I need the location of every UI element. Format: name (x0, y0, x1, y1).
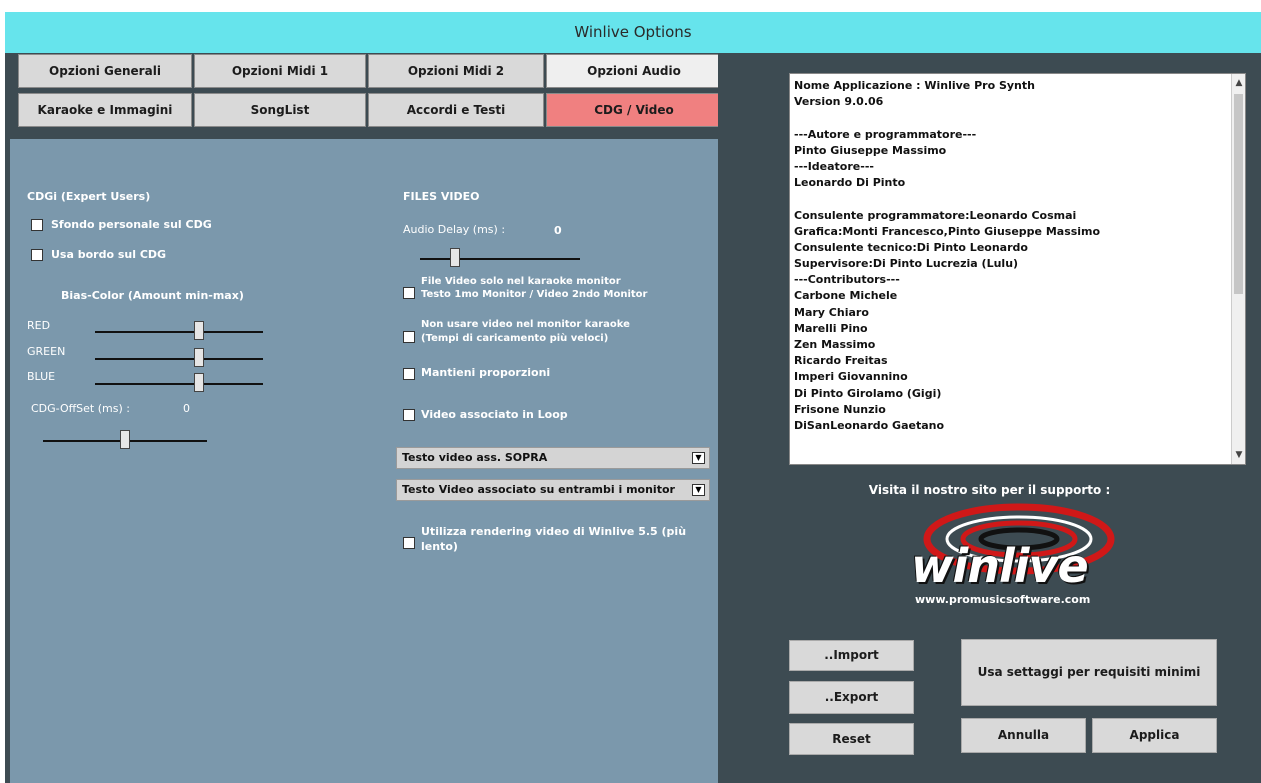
video-section-title: FILES VIDEO (403, 190, 480, 203)
annulla-button[interactable]: Annulla (961, 718, 1086, 753)
video-solo-karaoke-line1: File Video solo nel karaoke monitor (421, 276, 621, 287)
cdg-offset-label: CDG-OffSet (ms) : (31, 402, 130, 415)
credit-line (794, 110, 1234, 126)
tab-songlist[interactable]: SongList (194, 93, 366, 127)
credit-line: ---Autore e programmatore--- (794, 127, 977, 141)
no-video-karaoke-line1: Non usare video nel monitor karaoke (421, 319, 630, 330)
monitor-video-select-value: Testo Video associato su entrambi i moni… (402, 483, 675, 496)
credit-line: Version 9.0.06 (794, 95, 884, 109)
no-video-karaoke-checkbox[interactable] (403, 331, 415, 343)
credit-line: Pinto Giuseppe Massimo (794, 143, 947, 157)
tab-cdg-video[interactable]: CDG / Video (546, 93, 722, 127)
green-slider-track[interactable] (95, 358, 263, 360)
cdg-offset-value: 0 (183, 402, 190, 415)
tab-opzioni-audio[interactable]: Opzioni Audio (546, 54, 722, 88)
blue-label: BLUE (27, 370, 56, 383)
red-label: RED (27, 319, 51, 332)
credit-line: DiSanLeonardo Gaetano (794, 418, 945, 432)
bordo-checkbox[interactable] (31, 249, 43, 261)
video-solo-karaoke-line2: Testo 1mo Monitor / Video 2ndo Monitor (421, 289, 648, 300)
rendering-winlive55-line1: Utilizza rendering video di Winlive 5.5 … (421, 525, 687, 538)
cdg-offset-slider-thumb[interactable] (120, 430, 130, 449)
credit-line: Nome Applicazione : Winlive Pro Synth (794, 79, 1035, 92)
export-button[interactable]: ..Export (789, 681, 914, 714)
tab-accordi-testi[interactable]: Accordi e Testi (368, 93, 544, 127)
sfondo-label: Sfondo personale sul CDG (51, 218, 212, 231)
testo-video-select-value: Testo video ass. SOPRA (402, 451, 548, 464)
credit-line: Zen Massimo (794, 338, 876, 351)
tab-karaoke-immagini[interactable]: Karaoke e Immagini (18, 93, 192, 127)
credit-line: Imperi Giovannino (794, 370, 908, 384)
options-window: Winlive Options Opzioni Generali Opzioni… (5, 12, 1261, 783)
green-label: GREEN (27, 345, 66, 358)
credit-line: Mary Chiaro (794, 305, 869, 319)
green-slider-thumb[interactable] (194, 348, 204, 367)
credit-line: Supervisore:Di Pinto Lucrezia (Lulu) (794, 257, 1019, 271)
video-loop-checkbox[interactable] (403, 409, 415, 421)
credit-line: Di Pinto Girolamo (Gigi) (794, 386, 942, 400)
monitor-video-select[interactable]: Testo Video associato su entrambi i moni… (396, 479, 710, 501)
credits-textbox[interactable]: Nome Applicazione : Winlive Pro Synth Ver… (789, 73, 1246, 465)
import-button[interactable]: ..Import (789, 640, 914, 671)
credit-line: Consulente programmatore:Leonardo Cosmai (794, 208, 1077, 222)
credit-line: Ricardo Freitas (794, 354, 888, 368)
mantieni-proporzioni-checkbox[interactable] (403, 368, 415, 380)
audio-delay-label: Audio Delay (ms) : (403, 223, 506, 236)
cdg-section-title: CDGi (Expert Users) (27, 190, 151, 203)
left-panel: Opzioni Generali Opzioni Midi 1 Opzioni … (10, 53, 722, 783)
support-url[interactable]: www.promusicsoftware.com (915, 593, 1090, 606)
testo-video-select[interactable]: Testo video ass. SOPRA ▼ (396, 447, 710, 469)
tab-opzioni-generali[interactable]: Opzioni Generali (18, 54, 192, 88)
credits-scrollbar[interactable]: ▲ ▼ (1231, 74, 1245, 464)
window-title: Winlive Options (5, 12, 1261, 53)
tab-bar: Opzioni Generali Opzioni Midi 1 Opzioni … (10, 53, 722, 139)
bordo-label: Usa bordo sul CDG (51, 248, 167, 261)
video-solo-karaoke-checkbox[interactable] (403, 287, 415, 299)
rendering-winlive55-checkbox[interactable] (403, 537, 415, 549)
credit-line: Consulente tecnico:Di Pinto Leonardo (794, 240, 1028, 254)
credit-line: Grafica:Monti Francesco,Pinto Giuseppe M… (794, 224, 1101, 238)
tab-opzioni-midi-1[interactable]: Opzioni Midi 1 (194, 54, 366, 88)
credit-line: ---Ideatore--- (794, 159, 874, 173)
audio-delay-slider-thumb[interactable] (450, 248, 460, 267)
winlive-logo-text: winlive (911, 539, 1089, 593)
credit-line: Marelli Pino (794, 321, 868, 335)
red-slider-track[interactable] (95, 331, 263, 333)
support-visit-text: Visita il nostro sito per il supporto : (868, 483, 1111, 497)
blue-slider-thumb[interactable] (194, 373, 204, 392)
sfondo-checkbox[interactable] (31, 219, 43, 231)
mantieni-proporzioni-label: Mantieni proporzioni (421, 366, 551, 379)
no-video-karaoke-line2: (Tempi di caricamento più veloci) (421, 333, 609, 344)
tab-opzioni-midi-2[interactable]: Opzioni Midi 2 (368, 54, 544, 88)
scrollbar-thumb[interactable] (1234, 94, 1243, 294)
credit-line: Frisone Nunzio (794, 402, 886, 416)
credit-line: Leonardo Di Pinto (794, 176, 906, 190)
audio-delay-value: 0 (554, 224, 562, 237)
scroll-down-icon[interactable]: ▼ (1232, 448, 1245, 462)
credit-line: Carbone Michele (794, 289, 898, 303)
rendering-winlive55-line2: lento) (421, 540, 458, 553)
right-panel: Nome Applicazione : Winlive Pro Synth Ver… (718, 53, 1261, 783)
credits-lines: Nome Applicazione : Winlive Pro Synth Ver… (794, 78, 1234, 434)
reset-button[interactable]: Reset (789, 723, 914, 755)
requisiti-minimi-button[interactable]: Usa settaggi per requisiti minimi (961, 639, 1217, 706)
winlive-logo[interactable]: winlive www.promusicsoftware.com (901, 499, 1121, 609)
chevron-down-icon[interactable]: ▼ (692, 484, 705, 496)
credit-line (794, 191, 1234, 207)
chevron-down-icon[interactable]: ▼ (692, 452, 705, 464)
credit-line: ---Contributors--- (794, 273, 900, 287)
audio-delay-slider-track[interactable] (420, 258, 580, 260)
blue-slider-track[interactable] (95, 383, 263, 385)
bias-color-title: Bias-Color (Amount min-max) (61, 289, 244, 302)
applica-button[interactable]: Applica (1092, 718, 1217, 753)
red-slider-thumb[interactable] (194, 321, 204, 340)
video-loop-label: Video associato in Loop (421, 408, 568, 421)
scroll-up-icon[interactable]: ▲ (1232, 76, 1245, 90)
